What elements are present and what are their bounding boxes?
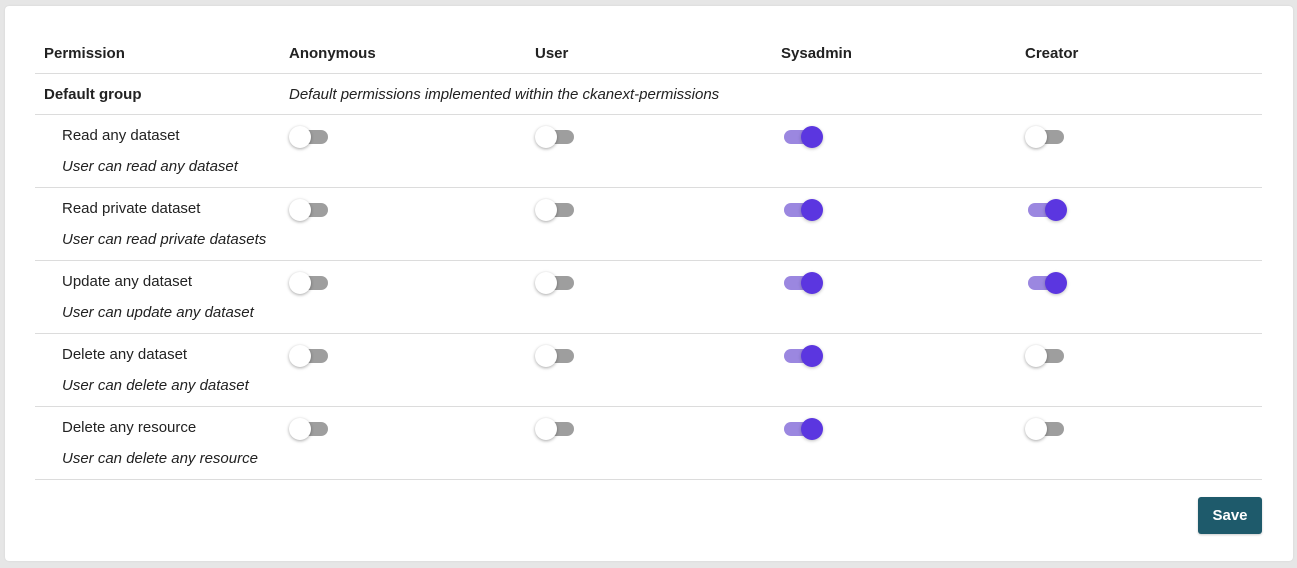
toggle-user[interactable] bbox=[535, 198, 577, 222]
switch-toggle-icon bbox=[1045, 199, 1067, 221]
permission-description: User can update any dataset bbox=[62, 304, 254, 321]
toggle-sysadmin[interactable] bbox=[781, 271, 823, 295]
toggle-anonymous[interactable] bbox=[289, 198, 331, 222]
permission-label: Delete any resource bbox=[62, 419, 197, 436]
table-row: Read private dataset User can read privat… bbox=[35, 188, 1262, 261]
permission-label: Update any dataset bbox=[62, 273, 193, 290]
switch-toggle-icon bbox=[801, 126, 823, 148]
switch-toggle-icon bbox=[289, 272, 311, 294]
switch-toggle-icon bbox=[1025, 345, 1047, 367]
group-name: Default group bbox=[44, 86, 142, 103]
switch-toggle-icon bbox=[801, 418, 823, 440]
table-row: Delete any dataset User can delete any da… bbox=[35, 334, 1262, 407]
toggle-sysadmin[interactable] bbox=[781, 344, 823, 368]
toggle-sysadmin[interactable] bbox=[781, 198, 823, 222]
header-sysadmin: Sysadmin bbox=[781, 45, 852, 62]
toggle-sysadmin[interactable] bbox=[781, 417, 823, 441]
switch-toggle-icon bbox=[801, 345, 823, 367]
permissions-card: Permission Anonymous User Sysadmin Creat… bbox=[5, 6, 1293, 561]
permission-description: User can delete any dataset bbox=[62, 377, 249, 394]
switch-toggle-icon bbox=[289, 345, 311, 367]
header-user: User bbox=[535, 45, 569, 62]
toggle-creator[interactable] bbox=[1025, 198, 1067, 222]
toggle-creator[interactable] bbox=[1025, 344, 1067, 368]
header-permission: Permission bbox=[44, 45, 125, 62]
switch-toggle-icon bbox=[1025, 126, 1047, 148]
header-anonymous: Anonymous bbox=[289, 45, 376, 62]
toggle-user[interactable] bbox=[535, 344, 577, 368]
permission-label: Read private dataset bbox=[62, 200, 201, 217]
toggle-creator[interactable] bbox=[1025, 125, 1067, 149]
switch-toggle-icon bbox=[535, 418, 557, 440]
switch-toggle-icon bbox=[289, 126, 311, 148]
permission-description: User can read any dataset bbox=[62, 158, 238, 175]
toggle-anonymous[interactable] bbox=[289, 125, 331, 149]
toggle-user[interactable] bbox=[535, 417, 577, 441]
save-button[interactable]: Save bbox=[1198, 497, 1262, 534]
switch-toggle-icon bbox=[535, 345, 557, 367]
table-header: Permission Anonymous User Sysadmin Creat… bbox=[35, 35, 1262, 74]
toggle-creator[interactable] bbox=[1025, 417, 1067, 441]
toggle-anonymous[interactable] bbox=[289, 344, 331, 368]
switch-toggle-icon bbox=[535, 199, 557, 221]
group-row: Default group Default permissions implem… bbox=[35, 74, 1262, 115]
toggle-user[interactable] bbox=[535, 125, 577, 149]
switch-toggle-icon bbox=[535, 272, 557, 294]
toggle-sysadmin[interactable] bbox=[781, 125, 823, 149]
toggle-anonymous[interactable] bbox=[289, 417, 331, 441]
switch-toggle-icon bbox=[535, 126, 557, 148]
toggle-creator[interactable] bbox=[1025, 271, 1067, 295]
switch-toggle-icon bbox=[801, 272, 823, 294]
switch-toggle-icon bbox=[1025, 418, 1047, 440]
header-creator: Creator bbox=[1025, 45, 1079, 62]
toggle-user[interactable] bbox=[535, 271, 577, 295]
table-row: Delete any resource User can delete any r… bbox=[35, 407, 1262, 480]
permission-label: Read any dataset bbox=[62, 127, 180, 144]
permission-label: Delete any dataset bbox=[62, 346, 188, 363]
table-row: Read any dataset User can read any datase… bbox=[35, 115, 1262, 188]
switch-toggle-icon bbox=[1045, 272, 1067, 294]
permissions-table: Permission Anonymous User Sysadmin Creat… bbox=[35, 35, 1262, 480]
permission-description: User can delete any resource bbox=[62, 450, 258, 467]
switch-toggle-icon bbox=[801, 199, 823, 221]
toggle-anonymous[interactable] bbox=[289, 271, 331, 295]
permission-description: User can read private datasets bbox=[62, 231, 267, 248]
switch-toggle-icon bbox=[289, 418, 311, 440]
switch-toggle-icon bbox=[289, 199, 311, 221]
table-row: Update any dataset User can update any da… bbox=[35, 261, 1262, 334]
group-description: Default permissions implemented within t… bbox=[289, 86, 720, 103]
